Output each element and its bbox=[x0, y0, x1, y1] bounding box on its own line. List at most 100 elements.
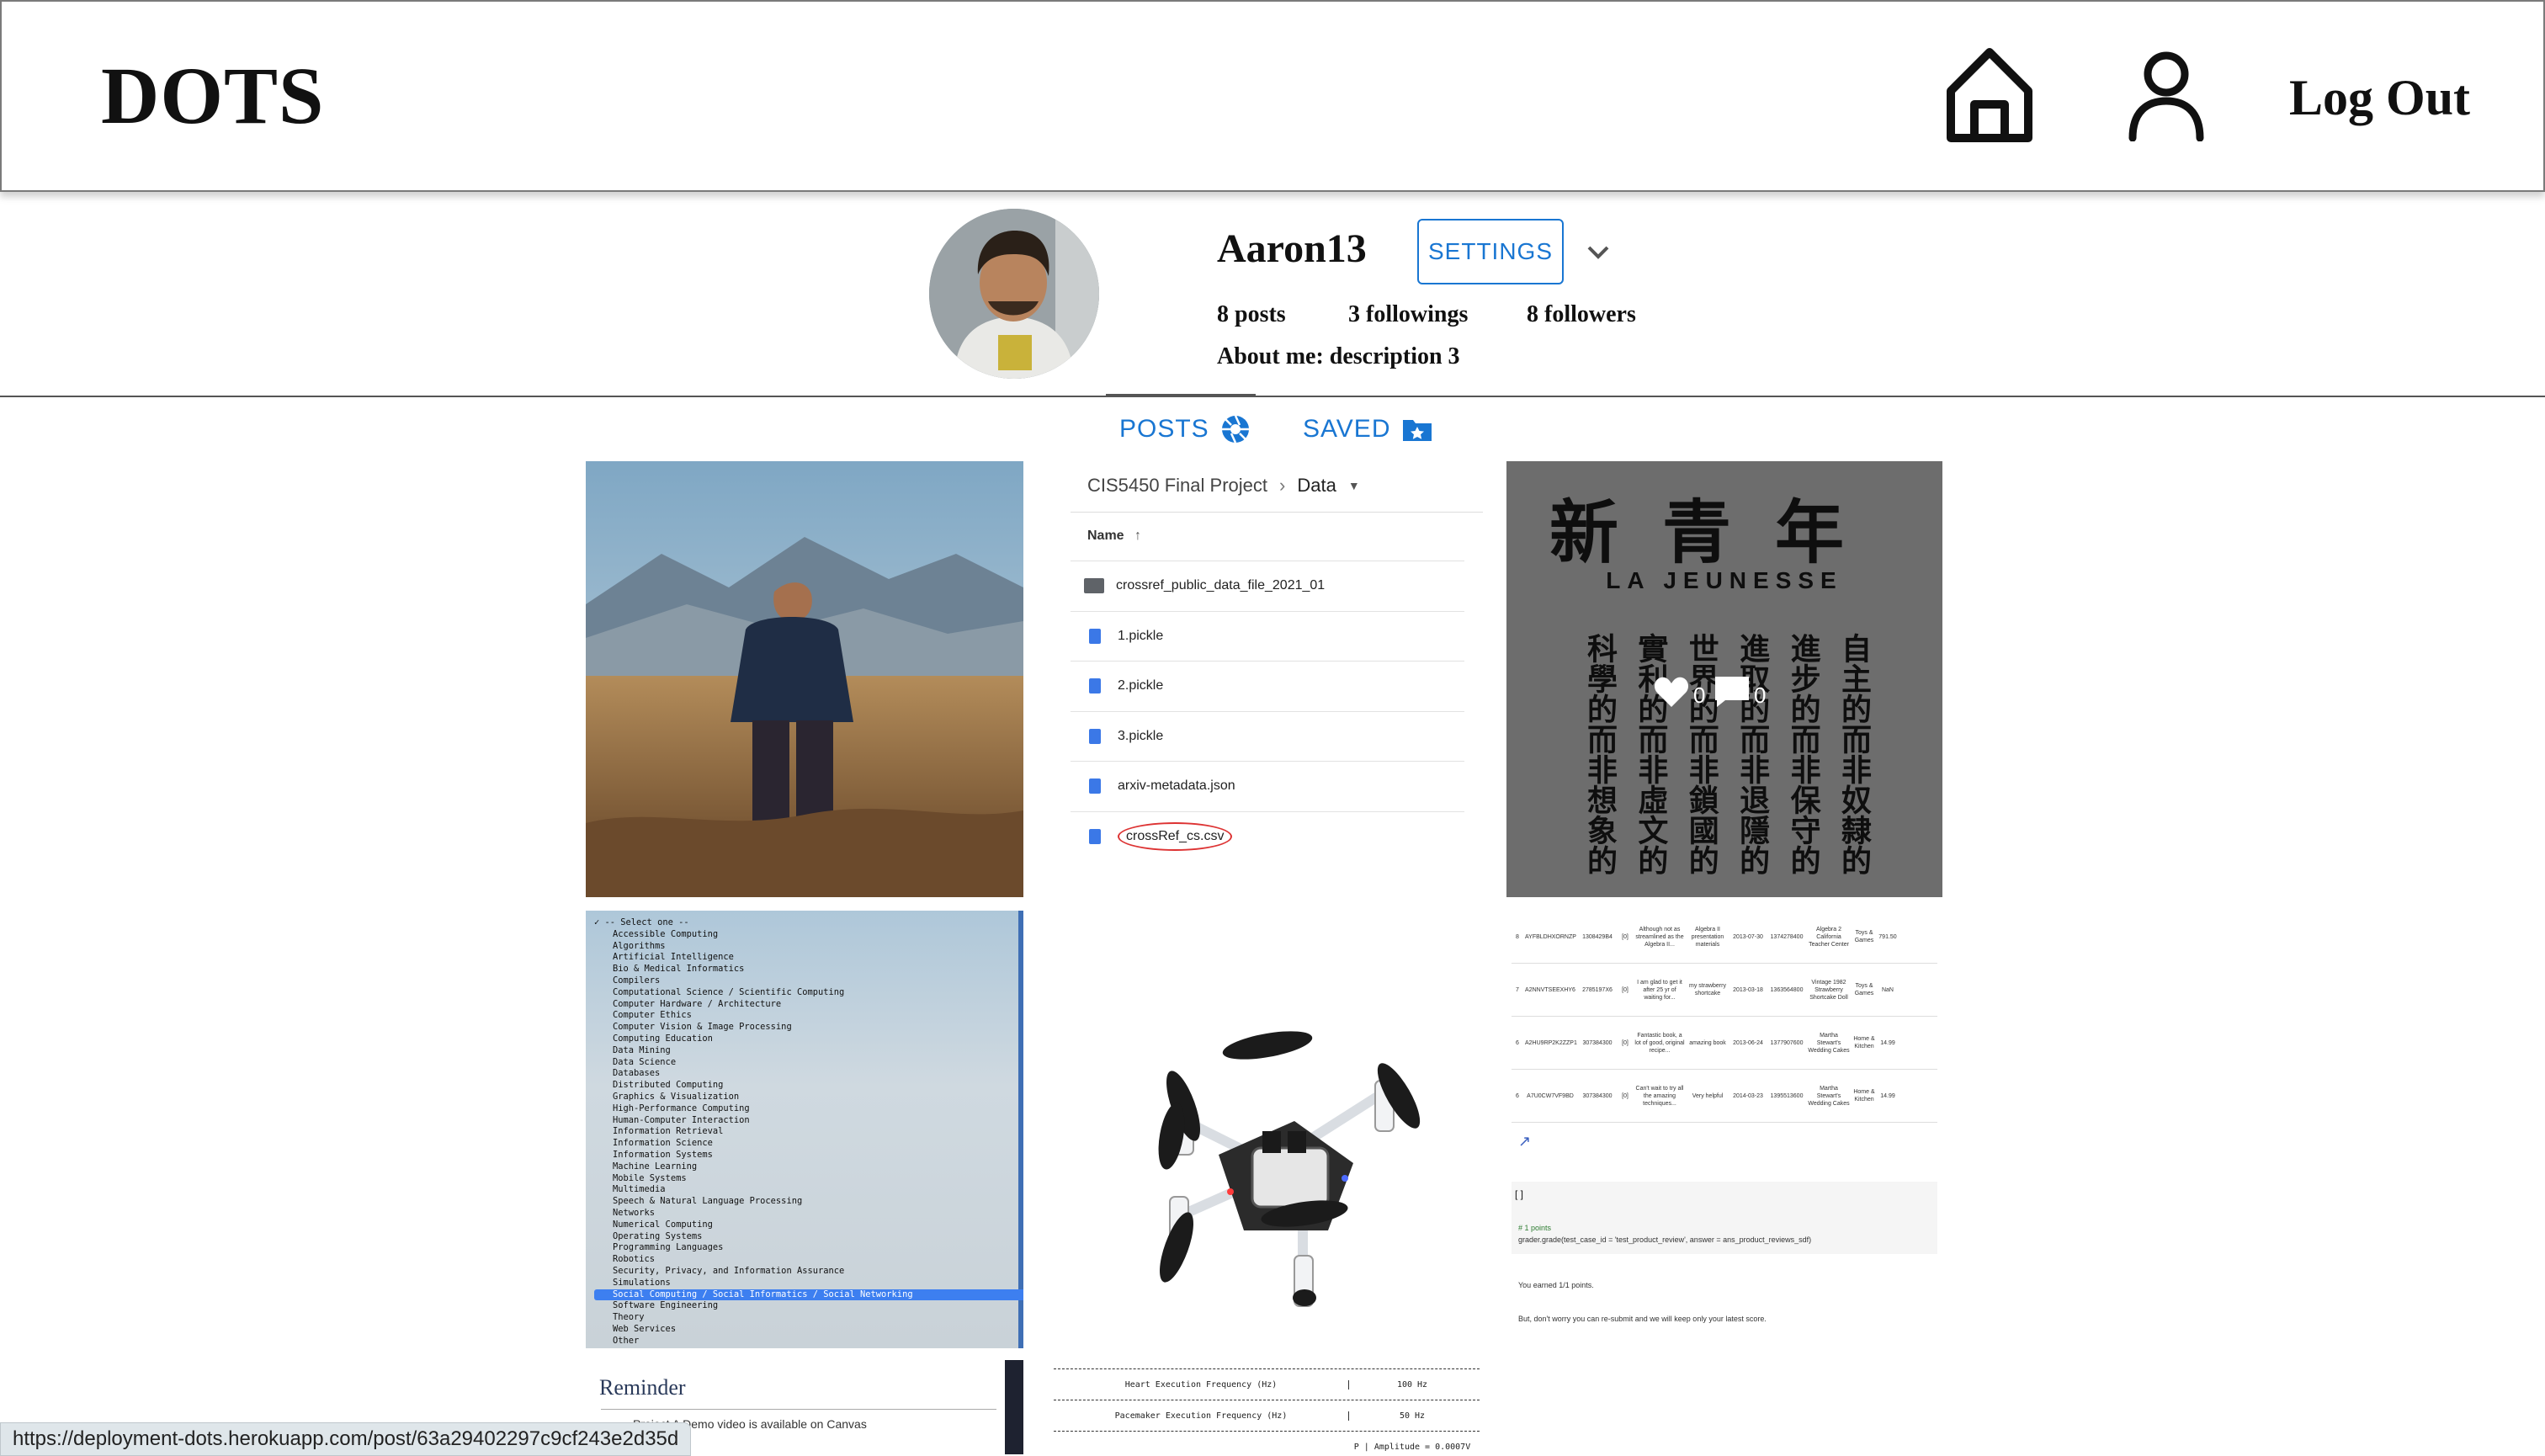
profile-icon[interactable] bbox=[2126, 49, 2207, 141]
breadcrumb-separator-icon: › bbox=[1279, 475, 1286, 496]
table-cell: 2013-07-30 bbox=[1733, 933, 1763, 940]
post-thumbnail-select-list[interactable]: ✓ -- Select one -- Accessible Computing Al… bbox=[586, 911, 1023, 1348]
notebook-code: grader.grade(test_case_id = 'test_produc… bbox=[1518, 1235, 1812, 1244]
drive-file-name: 2.pickle bbox=[1118, 678, 1164, 693]
notebook-comment: # 1 points bbox=[1518, 1224, 1552, 1232]
drive-file-row[interactable]: 1.pickle bbox=[1071, 610, 1464, 661]
table-cell: Vintage 1982 Strawberry Shortcake Doll bbox=[1809, 979, 1848, 1001]
drive-file-row[interactable]: 2.pickle bbox=[1071, 661, 1464, 710]
select-option[interactable]: Computer Ethics bbox=[594, 1010, 1015, 1022]
select-option[interactable]: Machine Learning bbox=[594, 1161, 1015, 1173]
select-option[interactable]: Human-Computer Interaction bbox=[594, 1115, 1015, 1127]
select-option[interactable]: Compilers bbox=[594, 975, 1015, 987]
post-thumbnail-frequency-table[interactable]: Heart Execution Frequency (Hz) 100 Hz Pace… bbox=[1050, 1360, 1483, 1454]
select-option[interactable]: Graphics & Visualization bbox=[594, 1092, 1015, 1103]
about-me: About me: description 3 bbox=[1217, 343, 1460, 369]
arrow-up-icon: ↑ bbox=[1134, 529, 1142, 543]
table-cell: 791.50 bbox=[1878, 933, 1897, 940]
select-option[interactable]: Speech & Natural Language Processing bbox=[594, 1196, 1015, 1208]
select-option[interactable]: Programming Languages bbox=[594, 1242, 1015, 1254]
comment-icon bbox=[1715, 677, 1749, 707]
select-option[interactable]: Computing Education bbox=[594, 1034, 1015, 1045]
select-option[interactable]: Information Systems bbox=[594, 1150, 1015, 1161]
followers-count[interactable]: 8 followers bbox=[1527, 300, 1636, 330]
select-option[interactable]: Computational Science / Scientific Compu… bbox=[594, 987, 1015, 999]
select-options-list: ✓ -- Select one -- Accessible Computing Al… bbox=[594, 917, 1023, 1347]
post-thumbnail-drone[interactable] bbox=[1050, 911, 1483, 1348]
drive-column-name: Name bbox=[1087, 529, 1124, 543]
select-option[interactable]: Multimedia bbox=[594, 1184, 1015, 1196]
table-cell: Can't wait to try all the amazing techni… bbox=[1635, 1085, 1684, 1107]
select-option[interactable]: Simulations bbox=[594, 1278, 1015, 1289]
table-cell: 1363564800 bbox=[1770, 986, 1804, 993]
select-option[interactable]: Information Retrieval bbox=[594, 1126, 1015, 1138]
select-option[interactable]: ✓ -- Select one -- bbox=[594, 917, 1015, 929]
select-option[interactable]: Bio & Medical Informatics bbox=[594, 964, 1015, 975]
drive-file-name: 1.pickle bbox=[1118, 628, 1164, 643]
chevron-down-icon[interactable] bbox=[1584, 239, 1613, 264]
select-option[interactable]: Web Services bbox=[594, 1324, 1015, 1336]
table-cell: 6 bbox=[1516, 1092, 1519, 1099]
select-option[interactable]: Security, Privacy, and Information Assur… bbox=[594, 1266, 1015, 1278]
home-icon[interactable] bbox=[1942, 44, 2037, 145]
table-cell: 14.99 bbox=[1880, 1039, 1895, 1046]
select-option[interactable]: High-Performance Computing bbox=[594, 1103, 1015, 1115]
avatar-photo bbox=[929, 209, 1099, 379]
select-option[interactable]: Information Science bbox=[594, 1138, 1015, 1150]
table-cell: [0] bbox=[1622, 986, 1628, 993]
select-option[interactable]: Artificial Intelligence bbox=[594, 952, 1015, 964]
drive-file-row[interactable]: crossref_public_data_file_2021_01 bbox=[1071, 561, 1464, 610]
select-option[interactable]: Social Computing / Social Informatics / … bbox=[594, 1289, 1023, 1301]
post-thumbnail-landscape[interactable] bbox=[586, 461, 1023, 897]
post-thumbnail-magazine[interactable]: 新青年 LA JEUNESSE 自主的而非奴隸的 進步的而非保守的 進取的而非退隱的… bbox=[1506, 461, 1942, 897]
drive-file-row[interactable]: arxiv-metadata.json bbox=[1071, 761, 1464, 810]
select-option[interactable]: Computer Hardware / Architecture bbox=[594, 999, 1015, 1011]
select-option[interactable]: Robotics bbox=[594, 1254, 1015, 1266]
table-cell: Martha Stewart's Wedding Cakes bbox=[1808, 1032, 1850, 1054]
tab-saved[interactable]: SAVED bbox=[1303, 411, 1432, 448]
select-option[interactable]: Networks bbox=[594, 1208, 1015, 1220]
table-cell: 1395513600 bbox=[1770, 1092, 1804, 1099]
landscape-photo bbox=[586, 461, 1023, 897]
table-cell: Very helpful bbox=[1692, 1092, 1724, 1099]
settings-button[interactable]: SETTINGS bbox=[1417, 219, 1564, 284]
saved-folder-star-icon bbox=[1403, 420, 1432, 441]
notebook-output-2: But, don't worry you can re-submit and w… bbox=[1518, 1315, 1767, 1323]
select-option[interactable]: Algorithms bbox=[594, 941, 1015, 953]
app-logo[interactable]: DOTS bbox=[101, 49, 324, 143]
select-option[interactable]: Distributed Computing bbox=[594, 1080, 1015, 1092]
table-cell: 14.99 bbox=[1880, 1092, 1895, 1099]
select-option[interactable]: Other bbox=[594, 1336, 1015, 1347]
select-option[interactable]: Numerical Computing bbox=[594, 1220, 1015, 1231]
logout-link[interactable]: Log Out bbox=[2289, 66, 2470, 130]
select-option[interactable]: Operating Systems bbox=[594, 1231, 1015, 1243]
post-thumbnail-notebook[interactable]: 8 AYFBLDHXORNZP 1308429B4 [0] Although not a… bbox=[1506, 911, 1942, 1348]
select-option[interactable]: Mobile Systems bbox=[594, 1173, 1015, 1185]
table-cell: Toys & Games bbox=[1854, 983, 1874, 996]
tab-posts[interactable]: POSTS bbox=[1119, 411, 1250, 448]
table-cell: 7 bbox=[1516, 986, 1519, 993]
table-cell: [0] bbox=[1622, 933, 1628, 940]
select-option[interactable]: Data Science bbox=[594, 1057, 1015, 1069]
table-cell: AYFBLDHXORNZP bbox=[1525, 933, 1576, 940]
table-cell: Martha Stewart's Wedding Cakes bbox=[1808, 1085, 1850, 1107]
drive-file-row[interactable]: 3.pickle bbox=[1071, 710, 1464, 761]
select-option[interactable]: Theory bbox=[594, 1312, 1015, 1324]
table-cell: 6 bbox=[1516, 1039, 1519, 1046]
drive-breadcrumb-current: Data bbox=[1297, 475, 1336, 496]
select-option[interactable]: Software Engineering bbox=[594, 1300, 1015, 1312]
drive-file-row[interactable]: crossRef_cs.csv bbox=[1071, 810, 1464, 861]
table-cell: [0] bbox=[1622, 1092, 1628, 1099]
select-option[interactable]: Accessible Computing bbox=[594, 929, 1015, 941]
table-row: P | Amplitude = 0.0007V bbox=[1054, 1431, 1480, 1454]
select-option[interactable]: Data Mining bbox=[594, 1045, 1015, 1057]
followings-count[interactable]: 3 followings bbox=[1348, 300, 1468, 330]
table-cell: 1374278400 bbox=[1770, 933, 1804, 940]
table-cell: 2785197X6 bbox=[1582, 986, 1613, 993]
notebook-link-glyph: ↗ bbox=[1518, 1133, 1532, 1150]
comments-stat: 0 bbox=[1713, 675, 1766, 709]
document-icon bbox=[1089, 628, 1101, 644]
post-thumbnail-drive[interactable]: CIS5450 Final Project › Data ▼ Name ↑ cr… bbox=[1050, 461, 1483, 897]
select-option[interactable]: Databases bbox=[594, 1068, 1015, 1080]
select-option[interactable]: Computer Vision & Image Processing bbox=[594, 1022, 1015, 1034]
